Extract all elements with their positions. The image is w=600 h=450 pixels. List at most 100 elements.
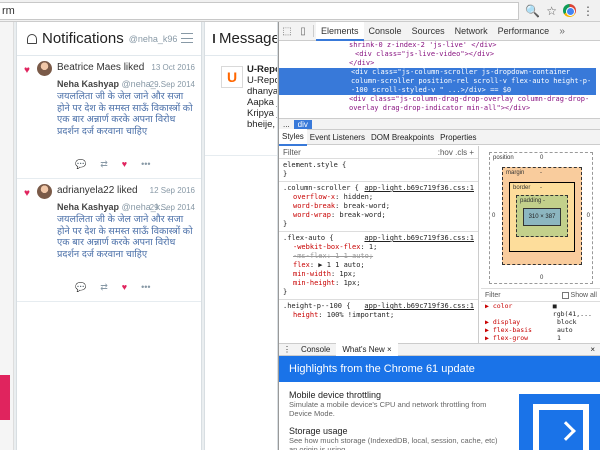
tab-sources[interactable]: Sources [407,22,450,41]
tweet-actions: 💬 ⇄ ♥ ••• [75,282,151,293]
border-value: - [540,185,542,191]
address-bar[interactable]: rm [0,1,520,20]
tab-elements[interactable]: Elements [316,21,364,41]
css-property: height: 100% !important; [293,311,395,319]
chrome-icon[interactable] [563,4,576,17]
more-icon[interactable]: ••• [141,159,150,170]
column-header[interactable]: Message [205,22,277,56]
dom-line[interactable]: <div class="js-live-video"></div> [349,50,596,59]
breadcrumb-current[interactable]: div [293,119,312,129]
reply-icon[interactable]: 💬 [75,282,86,293]
css-rule[interactable]: .flex-auto { app-light.b69c719f36.css:1 … [279,232,478,300]
more-icon[interactable]: ••• [141,282,150,293]
messages-column: Message U U-Report U-Repor dhanyaw Aapka… [204,22,278,450]
computed-row[interactable]: ▶ color ■ rgb(41,... [481,302,600,318]
preview-line: dhanyaw [247,86,278,97]
notification-date: 13 Oct 2016 [151,63,195,72]
menu-icon[interactable]: ⋮ [582,4,594,18]
devtools-panel: ⬚ ▯ Elements Console Sources Network Per… [278,21,600,450]
css-rule[interactable]: element.style { } [279,159,478,182]
preview-line: bheije, j [247,119,278,130]
position-label: position [493,155,514,161]
column-header[interactable]: Notifications @neha_k96 [17,22,201,56]
computed-row[interactable]: ▶ display block [481,318,600,326]
tab-console[interactable]: Console [364,22,407,41]
rule-source-link[interactable]: app-light.b69c719f36.css:1 [364,184,474,193]
rule-close: } [283,288,288,296]
retweet-icon[interactable]: ⇄ [100,159,108,170]
toolbar-icons: 🔍 ☆ ⋮ [519,4,600,18]
liker-line: Beatrice Maes liked [57,62,144,73]
bell-icon [27,33,37,44]
avatar[interactable] [37,184,52,199]
tab-event-listeners[interactable]: Event Listeners [307,130,368,145]
styles-filter-tools[interactable]: :hov .cls + [438,148,474,157]
close-drawer-icon[interactable]: × [590,345,600,354]
column-options-icon[interactable] [181,33,193,43]
heart-icon: ♥ [24,188,30,199]
box-model-padding: padding - 310 × 387 [516,195,568,237]
styles-filter-input[interactable]: Filter [283,148,301,157]
notification-item[interactable]: ♥ Beatrice Maes liked 13 Oct 2016 Neha K… [17,56,201,179]
box-model-border: border - padding - 310 × 387 [509,182,575,252]
drawer-tabbar: ⋮ Console What's New × × [279,343,600,356]
computed-row[interactable]: ▶ flex-basis auto [481,326,600,334]
left-nav-strip [0,22,14,450]
dom-line-selected[interactable]: <div class="js-column-scroller js-dropdo… [279,68,596,95]
computed-filter-input[interactable]: Filter [485,292,501,299]
drawer-tab-console[interactable]: Console [295,343,336,356]
dom-line[interactable]: <div class="js-column-drag-drop-overlay … [349,95,596,113]
tweetdeck-app: Notifications @neha_k96 ♥ Beatrice Maes … [0,22,278,450]
whats-new-body: Mobile device throttling Simulate a mobi… [279,382,600,450]
computed-row[interactable]: ▶ flex-grow 1 [481,334,600,342]
like-icon[interactable]: ♥ [122,159,127,170]
rule-source-link[interactable]: app-light.b69c719f36.css:1 [364,234,474,243]
box-model-diagram: position 0 0 0 0 margin - border - paddi… [481,146,600,288]
show-all-checkbox [561,291,569,299]
reply-icon[interactable]: 💬 [75,159,86,170]
css-rule[interactable]: .column-scroller { app-light.b69c719f36.… [279,182,478,232]
liker-name: Beatrice Maes [57,62,121,73]
more-tabs-icon[interactable]: » [554,26,570,37]
bookmark-star-icon[interactable]: ☆ [546,4,557,18]
compose-marker[interactable] [0,375,10,420]
tab-network[interactable]: Network [450,22,493,41]
drawer-tab-whats-new[interactable]: What's New × [336,343,398,356]
quoted-tweet[interactable]: Neha Kashyap @neha_... 29 Sep 2014 जयललि… [57,79,195,137]
breadcrumb-more[interactable]: ... [283,120,290,129]
inspect-icon[interactable]: ⬚ [279,26,295,37]
css-property: -webkit-box-flex: 1; [293,243,378,251]
tab-properties[interactable]: Properties [437,130,479,145]
show-all-toggle[interactable]: Show all [561,291,597,299]
css-property: min-height: 1px; [293,279,361,287]
search-icon[interactable]: 🔍 [525,4,540,18]
retweet-icon[interactable]: ⇄ [100,282,108,293]
dom-tree[interactable]: shrink-0 z-index-2 'js-live' </div> <div… [279,41,600,118]
device-toggle-icon[interactable]: ▯ [295,26,311,37]
css-rule[interactable]: .height-p--100 { app-light.b69c719f36.cs… [279,300,478,322]
notification-item[interactable]: ♥ adrianyela22 liked 12 Sep 2016 Neha Ka… [17,179,201,302]
preview-line: U-Repor [247,75,277,86]
computed-filter[interactable]: Filter Show all [481,289,600,302]
avatar[interactable] [37,61,52,76]
tweet-actions: 💬 ⇄ ♥ ••• [75,159,151,170]
tab-styles[interactable]: Styles [279,128,307,146]
computed-pane: Filter Show all ▶ color ■ rgb(41,... ▶ di… [481,288,600,343]
dom-line[interactable]: </div> [349,59,596,68]
message-item[interactable]: U U-Report U-Repor dhanyaw Aapka ja Krip… [205,56,277,156]
css-property: word-break: break-word; [293,202,390,210]
position-value: 0 [540,155,544,161]
tab-dom-breakpoints[interactable]: DOM Breakpoints [368,130,437,145]
css-property: word-wrap: break-word; [293,211,386,219]
styles-filter[interactable]: Filter :hov .cls + [279,146,478,159]
quoted-tweet[interactable]: Neha Kashyap @neha_k... 29 Sep 2014 जयलल… [57,202,195,260]
drawer-menu-icon[interactable]: ⋮ [279,345,295,354]
column-title: Message [219,30,278,47]
tweet-text: जयललिता जी के जेल जाने और सजा होने पर दे… [57,214,193,260]
position-right-value: 0 [586,213,590,219]
rule-selector: element.style { [283,161,347,169]
like-icon[interactable]: ♥ [122,282,127,293]
dom-line[interactable]: shrink-0 z-index-2 'js-live' </div> [349,41,596,50]
tab-performance[interactable]: Performance [493,22,555,41]
rule-source-link[interactable]: app-light.b69c719f36.css:1 [364,302,474,311]
